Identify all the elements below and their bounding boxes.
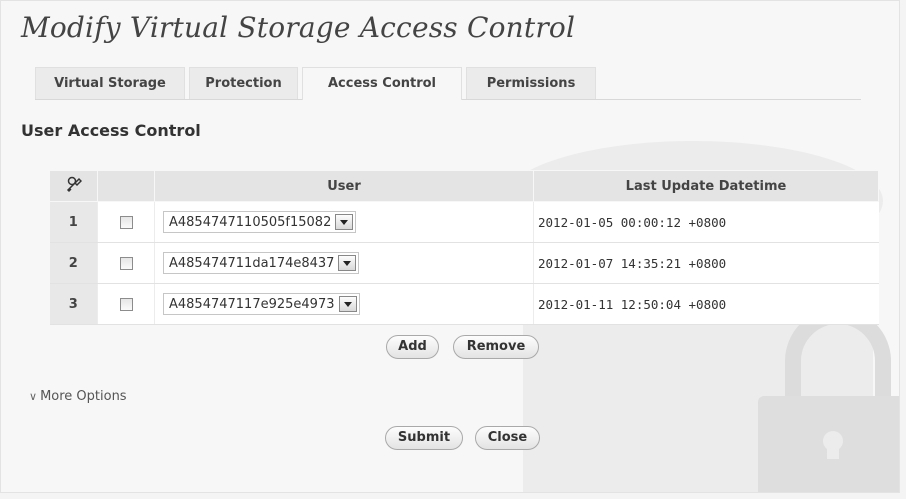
close-button[interactable]: Close bbox=[475, 426, 540, 450]
table-row: 3 A4854747117e925e4973 2012-01-11 12:50:… bbox=[49, 283, 879, 325]
last-update-datetime: 2012-01-07 14:35:21 +0800 bbox=[533, 242, 879, 284]
tab-access-control[interactable]: Access Control bbox=[302, 67, 462, 100]
row-checkbox[interactable] bbox=[119, 297, 133, 311]
last-update-datetime: 2012-01-11 12:50:04 +0800 bbox=[533, 283, 879, 325]
more-options-toggle[interactable]: ∨ More Options bbox=[29, 389, 127, 404]
row-number: 2 bbox=[49, 242, 98, 284]
table-row: 2 A485474711da174e8437 2012-01-07 14:35:… bbox=[49, 242, 879, 284]
remove-button[interactable]: Remove bbox=[453, 335, 539, 359]
dropdown-arrow-icon[interactable] bbox=[338, 255, 357, 271]
more-options-label: More Options bbox=[40, 389, 127, 404]
last-update-datetime: 2012-01-05 00:00:12 +0800 bbox=[533, 201, 879, 243]
row-number: 3 bbox=[49, 283, 98, 325]
user-select-value: A485474711da174e8437 bbox=[169, 255, 335, 271]
row-checkbox[interactable] bbox=[119, 256, 133, 270]
datetime-column-header: Last Update Datetime bbox=[533, 170, 879, 202]
tab-protection[interactable]: Protection bbox=[189, 67, 298, 99]
tab-bar: Virtual Storage Protection Access Contro… bbox=[35, 67, 861, 100]
section-title: User Access Control bbox=[21, 121, 201, 140]
table-row: 1 A4854747110505f15082 2012-01-05 00:00:… bbox=[49, 201, 879, 243]
user-select-value: A4854747117e925e4973 bbox=[169, 296, 335, 312]
row-number: 1 bbox=[49, 201, 98, 243]
user-select[interactable]: A4854747117e925e4973 bbox=[163, 293, 360, 315]
user-column-header: User bbox=[154, 170, 534, 202]
row-checkbox[interactable] bbox=[119, 215, 133, 229]
page-title: Modify Virtual Storage Access Control bbox=[21, 11, 576, 44]
tab-permissions[interactable]: Permissions bbox=[466, 67, 596, 99]
table-header-row: User Last Update Datetime bbox=[49, 170, 879, 202]
select-column-header bbox=[97, 170, 155, 202]
user-select-value: A4854747110505f15082 bbox=[169, 214, 332, 230]
add-button[interactable]: Add bbox=[386, 335, 439, 359]
dialog-frame: Modify Virtual Storage Access Control Vi… bbox=[0, 0, 900, 493]
key-icon bbox=[49, 170, 98, 202]
dropdown-arrow-icon[interactable] bbox=[338, 296, 357, 312]
chevron-down-icon: ∨ bbox=[29, 390, 38, 403]
user-access-table: User Last Update Datetime 1 A48547471105… bbox=[49, 170, 879, 325]
dropdown-arrow-icon[interactable] bbox=[335, 214, 354, 230]
user-select[interactable]: A485474711da174e8437 bbox=[163, 252, 360, 274]
tab-virtual-storage[interactable]: Virtual Storage bbox=[35, 67, 185, 99]
submit-button[interactable]: Submit bbox=[385, 426, 463, 450]
user-select[interactable]: A4854747110505f15082 bbox=[163, 211, 357, 233]
